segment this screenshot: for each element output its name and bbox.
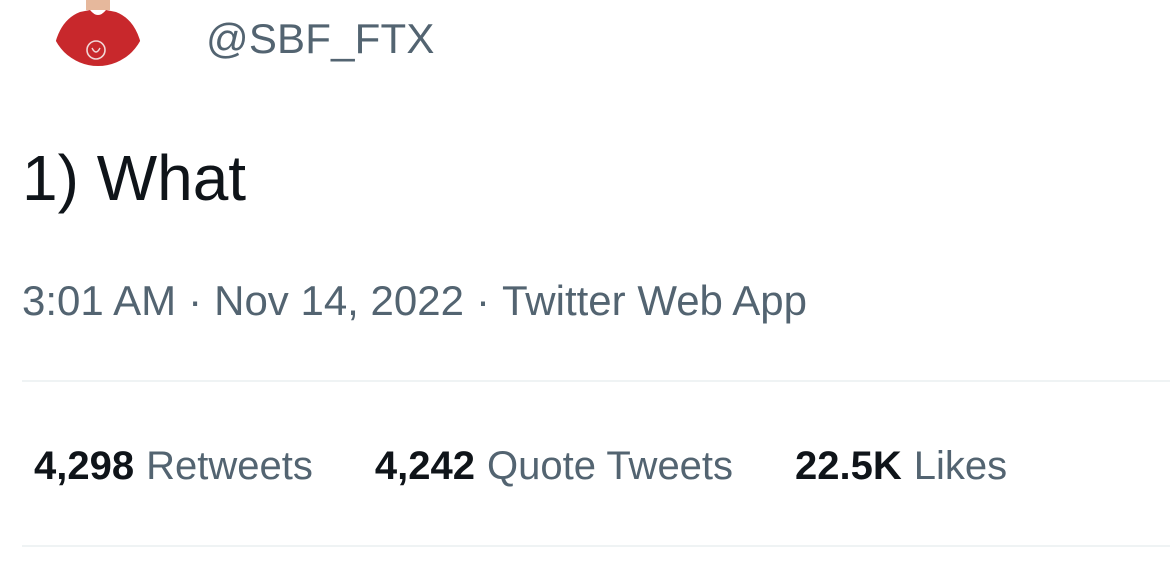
likes-count: 22.5K [795,444,902,488]
likes-stat[interactable]: 22.5K Likes [795,440,1007,492]
user-handle[interactable]: @SBF_FTX [206,14,435,64]
divider [22,380,1170,382]
likes-label: Likes [913,444,1008,488]
tweet-text: 1) What [22,142,247,214]
avatar-image [50,0,146,66]
quote-tweets-count: 4,242 [374,444,475,488]
engagement-stats: 4,298 Retweets 4,242 Quote Tweets 22.5K Lik… [34,440,1069,492]
tweet-date[interactable]: Nov 14, 2022 [214,277,464,324]
retweets-stat[interactable]: 4,298 Retweets [34,440,313,492]
retweets-count: 4,298 [34,444,135,488]
retweets-label: Retweets [146,444,313,488]
tweet-time[interactable]: 3:01 AM [22,277,176,324]
meta-separator: · [475,277,490,324]
tweet-detail: @SBF_FTX 1) What 3:01 AM · Nov 14, 2022 · Tw… [0,0,1170,585]
divider [22,545,1170,547]
tweet-meta: 3:01 AM · Nov 14, 2022 · Twitter Web App [22,275,807,327]
quote-tweets-stat[interactable]: 4,242 Quote Tweets [375,440,733,492]
meta-separator: · [188,277,203,324]
quote-tweets-label: Quote Tweets [486,444,734,488]
avatar[interactable] [50,0,146,66]
tweet-source[interactable]: Twitter Web App [502,277,807,324]
